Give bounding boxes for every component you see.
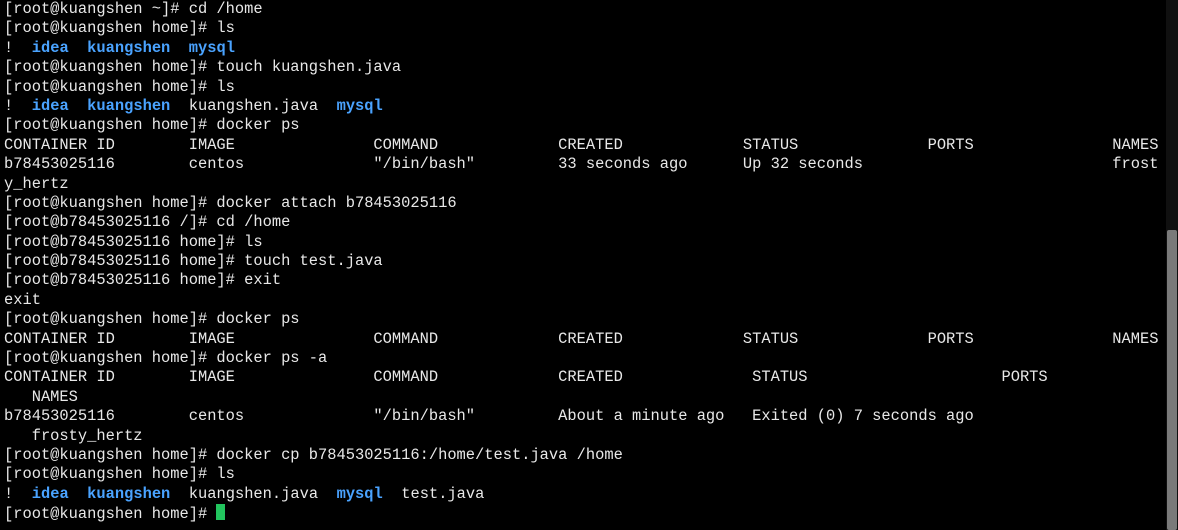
active-prompt-line: [root@kuangshen home]# <box>4 504 1166 523</box>
ls-output-line: ! idea kuangshen mysql <box>4 39 1166 58</box>
scrollbar-thumb[interactable] <box>1167 230 1177 530</box>
terminal-line: [root@kuangshen home]# docker cp b784530… <box>4 445 623 464</box>
directory-entry: mysql <box>188 38 235 57</box>
file-entry: kuangshen.java <box>188 96 319 115</box>
terminal-line: [root@kuangshen home]# ls <box>4 465 235 484</box>
directory-entry: idea <box>31 484 69 503</box>
directory-entry: mysql <box>336 96 383 115</box>
terminal-line: [root@kuangshen home]# touch kuangshen.j… <box>4 58 402 77</box>
file-entry: ! <box>4 484 14 503</box>
terminal-line: CONTAINER ID IMAGE COMMAND CREATED STATU… <box>4 329 1159 348</box>
terminal-line: [root@b78453025116 home]# touch test.jav… <box>4 252 383 271</box>
terminal-window[interactable]: [root@kuangshen ~]# cd /home [root@kuangs… <box>0 0 1178 530</box>
file-entry: ! <box>4 96 14 115</box>
directory-entry: kuangshen <box>87 38 171 57</box>
terminal-line: [root@kuangshen home]# ls <box>4 19 235 38</box>
terminal-line: frosty_hertz <box>4 426 143 445</box>
file-entry: ! <box>4 38 14 57</box>
terminal-line: CONTAINER ID IMAGE COMMAND CREATED STATU… <box>4 368 1048 387</box>
text-cursor[interactable] <box>216 504 226 521</box>
terminal-line: [root@kuangshen home]# ls <box>4 77 235 96</box>
terminal-line: NAMES <box>4 387 78 406</box>
directory-entry: mysql <box>336 484 383 503</box>
directory-entry: kuangshen <box>87 96 171 115</box>
terminal-line: [root@kuangshen home]# docker ps <box>4 310 300 329</box>
ls-output-line: ! idea kuangshen kuangshen.java mysql <box>4 97 1166 116</box>
terminal-line: [root@kuangshen home]# docker ps <box>4 116 300 135</box>
file-entry: kuangshen.java <box>188 484 319 503</box>
terminal-line: [root@b78453025116 /]# cd /home <box>4 213 291 232</box>
terminal-line: CONTAINER ID IMAGE COMMAND CREATED STATU… <box>4 135 1159 154</box>
terminal-line: exit <box>4 290 41 309</box>
directory-entry: idea <box>31 38 69 57</box>
terminal-line: [root@kuangshen ~]# cd /home <box>4 0 263 18</box>
terminal-line: [root@b78453025116 home]# ls <box>4 232 263 251</box>
directory-entry: idea <box>31 96 69 115</box>
vertical-scrollbar[interactable] <box>1166 0 1178 530</box>
terminal-line: y_hertz <box>4 174 69 193</box>
ls-output-line: ! idea kuangshen kuangshen.java mysql te… <box>4 485 1166 504</box>
directory-entry: kuangshen <box>87 484 171 503</box>
terminal-line: b78453025116 centos "/bin/bash" About a … <box>4 407 974 426</box>
file-entry: test.java <box>401 484 485 503</box>
terminal-output[interactable]: [root@kuangshen ~]# cd /home [root@kuangs… <box>4 0 1166 530</box>
terminal-line: b78453025116 centos "/bin/bash" 33 secon… <box>4 155 1159 174</box>
terminal-line: [root@kuangshen home]# docker ps -a <box>4 349 328 368</box>
terminal-line: [root@kuangshen home]# docker attach b78… <box>4 193 457 212</box>
prompt-text: [root@kuangshen home]# <box>4 505 217 524</box>
terminal-line: [root@b78453025116 home]# exit <box>4 271 282 290</box>
